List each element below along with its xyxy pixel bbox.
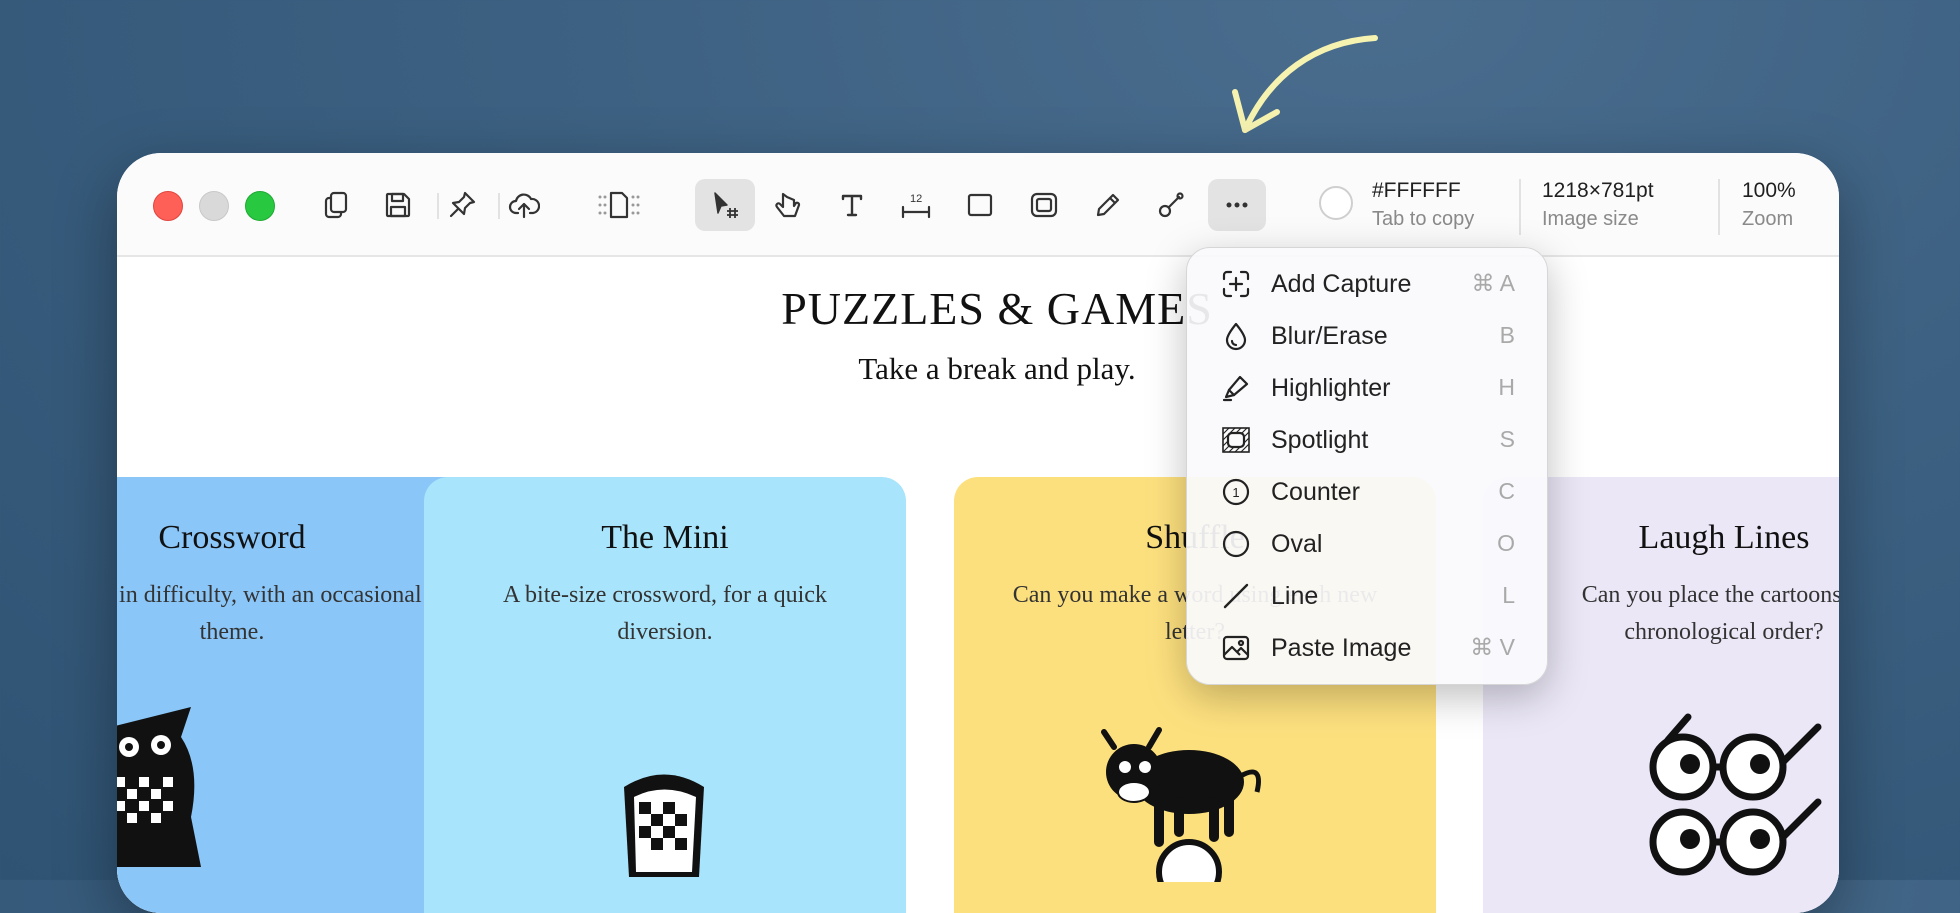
text-icon — [841, 194, 863, 217]
color-swatch[interactable] — [1319, 186, 1353, 220]
card-the-mini[interactable]: The Mini A bite-size crossword, for a qu… — [424, 477, 906, 913]
oval-icon — [1222, 530, 1250, 558]
spotlight-icon — [1222, 427, 1250, 453]
text-tool-button[interactable] — [823, 179, 881, 231]
card-title: Crossword — [158, 519, 306, 556]
ruler-measure-icon: 12 — [901, 193, 931, 219]
menu-item-label: Spotlight — [1271, 426, 1369, 454]
card-crossword[interactable]: Crossword Ranges in difficulty, with an … — [117, 477, 473, 913]
counter-icon: 1 — [1222, 478, 1250, 506]
menu-item-shortcut: S — [1499, 426, 1515, 452]
bull-illustration-icon — [1101, 727, 1261, 882]
menu-item-label: Oval — [1271, 530, 1323, 558]
measure-number: 12 — [910, 193, 922, 205]
menu-item-shortcut: ⌘ V — [1470, 634, 1515, 660]
menu-item-highlighter[interactable]: Highlighter H — [1187, 362, 1547, 414]
canvas-button[interactable] — [584, 179, 654, 231]
pin-button[interactable] — [433, 179, 491, 231]
toolbar: 12 #FFFFFF Tab to copy 1218×781pt Image … — [117, 153, 1839, 257]
menu-item-shortcut: O — [1497, 530, 1515, 556]
image-size-label: Image size — [1542, 208, 1639, 230]
menu-item-label: Line — [1271, 582, 1319, 610]
glasses-illustration-icon — [1649, 713, 1822, 876]
menu-item-shortcut: B — [1499, 322, 1515, 348]
page-title: PUZZLES & GAMES — [781, 283, 1213, 334]
save-icon — [385, 192, 411, 218]
menu-item-label: Highlighter — [1271, 374, 1391, 402]
frame-tool-button[interactable] — [1015, 179, 1073, 231]
connector-tool-button[interactable] — [1142, 179, 1200, 231]
menu-item-counter[interactable]: 1 Counter C — [1187, 466, 1547, 518]
owl-illustration-icon — [117, 707, 201, 867]
frame-icon — [1030, 192, 1058, 218]
card-description: A bite-size crossword, for a quick diver… — [503, 582, 827, 645]
hand-pointer-icon — [775, 192, 801, 218]
menu-item-oval[interactable]: Oval O — [1187, 518, 1547, 570]
zoom-label: Zoom — [1742, 208, 1794, 230]
rectangle-icon — [967, 193, 993, 217]
pin-icon — [449, 191, 476, 218]
menu-item-blur-erase[interactable]: Blur/Erase B — [1187, 310, 1547, 362]
cursor-select-icon — [714, 192, 738, 218]
upload-button[interactable] — [495, 179, 553, 231]
menu-item-label: Paste Image — [1271, 634, 1412, 662]
menu-item-label: Blur/Erase — [1271, 322, 1388, 350]
rectangle-tool-button[interactable] — [951, 179, 1009, 231]
measure-tool-button[interactable]: 12 — [887, 179, 945, 231]
card-title: The Mini — [601, 519, 729, 556]
menu-item-shortcut: ⌘ A — [1471, 270, 1515, 296]
blur-drop-icon — [1225, 322, 1247, 351]
save-button[interactable] — [369, 179, 427, 231]
counter-number: 1 — [1232, 485, 1239, 500]
menu-item-shortcut: C — [1498, 478, 1515, 504]
select-tool-button[interactable] — [695, 179, 755, 231]
color-hint: Tab to copy — [1372, 208, 1475, 230]
cloud-upload-icon — [508, 193, 540, 219]
toolbar-divider — [1519, 179, 1521, 235]
copy-button[interactable] — [308, 179, 366, 231]
menu-item-shortcut: H — [1498, 374, 1515, 400]
toolbar-divider — [1718, 179, 1720, 235]
add-capture-icon — [1222, 270, 1250, 298]
more-tools-menu: Add Capture ⌘ A Blur/Erase B Highlighter… — [1186, 247, 1548, 685]
card-description: Ranges in difficulty, with an occasional… — [117, 582, 422, 645]
image-size-info[interactable]: 1218×781pt Image size — [1542, 177, 1654, 233]
pencil-icon — [1096, 193, 1120, 217]
menu-item-spotlight[interactable]: Spotlight S — [1187, 414, 1547, 466]
copy-icon — [324, 191, 348, 219]
pencil-tool-button[interactable] — [1079, 179, 1137, 231]
connector-icon — [1158, 192, 1184, 218]
menu-item-label: Add Capture — [1271, 270, 1412, 298]
menu-item-line[interactable]: Line L — [1187, 570, 1547, 622]
menu-item-label: Counter — [1271, 478, 1360, 506]
close-window-button[interactable] — [153, 191, 183, 221]
pointer-tool-button[interactable] — [760, 179, 818, 231]
paste-image-icon — [1222, 635, 1250, 661]
zoom-info[interactable]: 100% Zoom — [1742, 177, 1796, 233]
document-canvas-icon — [598, 191, 640, 219]
minimize-window-button[interactable] — [199, 191, 229, 221]
menu-item-add-capture[interactable]: Add Capture ⌘ A — [1187, 258, 1547, 310]
app-window: 12 #FFFFFF Tab to copy 1218×781pt Image … — [117, 153, 1839, 913]
color-info[interactable]: #FFFFFF Tab to copy — [1372, 177, 1474, 233]
more-tools-button[interactable] — [1208, 179, 1266, 231]
line-icon — [1223, 583, 1249, 609]
zoom-value: 100% — [1742, 179, 1796, 202]
image-size-value: 1218×781pt — [1542, 179, 1654, 202]
card-description: Can you place the cartoons in chronologi… — [1581, 582, 1839, 645]
ellipsis-icon — [1226, 202, 1248, 208]
color-hex: #FFFFFF — [1372, 179, 1461, 202]
menu-item-shortcut: L — [1502, 582, 1515, 608]
page-subtitle: Take a break and play. — [858, 351, 1136, 386]
canvas-content: PUZZLES & GAMES Take a break and play. C… — [117, 257, 1839, 913]
mini-crossword-illustration-icon — [624, 774, 704, 877]
fullscreen-window-button[interactable] — [245, 191, 275, 221]
pointer-arrow-icon — [1232, 35, 1378, 133]
menu-item-paste-image[interactable]: Paste Image ⌘ V — [1187, 622, 1547, 674]
highlighter-icon — [1222, 375, 1249, 402]
